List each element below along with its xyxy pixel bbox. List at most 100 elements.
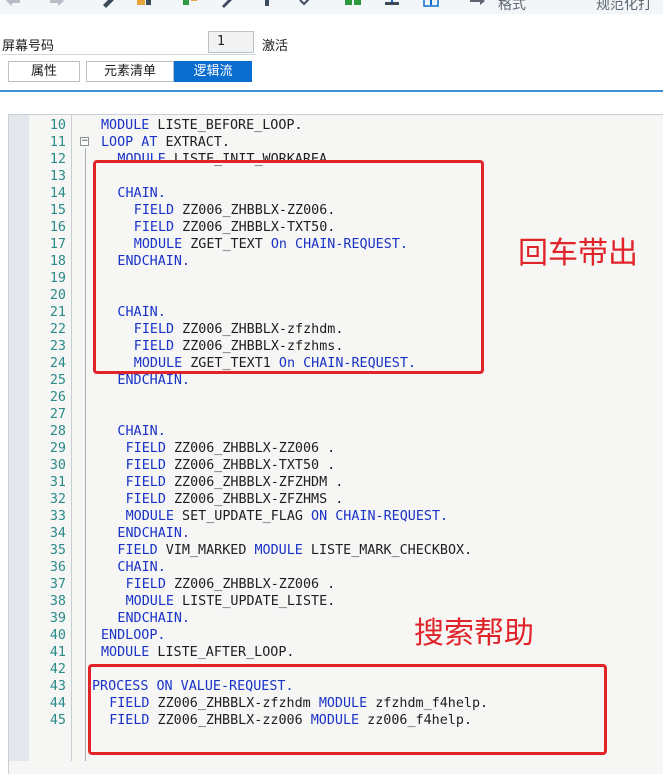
line-number: 29 xyxy=(49,441,66,456)
keyword: MODULE xyxy=(125,509,174,524)
line-number: 45 xyxy=(49,713,66,728)
line-number: 32 xyxy=(49,492,66,507)
code-line[interactable]: 10 MODULE LISTE_BEFORE_LOOP. xyxy=(0,117,663,134)
code-line[interactable]: 33 MODULE SET_UPDATE_FLAG ON CHAIN-REQUES… xyxy=(0,508,663,525)
hierarchy-icon[interactable] xyxy=(182,0,200,10)
line-number: 10 xyxy=(49,118,66,133)
tab-attributes[interactable]: 属性 xyxy=(8,61,80,82)
tab-underline xyxy=(0,90,663,92)
value-request-highlight-box xyxy=(88,664,607,755)
code-text: FIELD ZZ006_ZHBBLX-ZZ006 . xyxy=(126,440,336,457)
screen-number-label: 屏幕号码 xyxy=(2,39,55,54)
screen-status: 激活 xyxy=(262,39,289,54)
identifier: ZZ006_ZHBBLX-ZFZHDM . xyxy=(165,475,344,490)
line-number: 28 xyxy=(49,424,66,439)
keyword: ENDCHAIN. xyxy=(117,526,190,541)
line-number: 22 xyxy=(49,322,66,337)
code-line[interactable]: 26 xyxy=(0,389,663,406)
code-line[interactable]: 30 FIELD ZZ006_ZHBBLX-TXT50 . xyxy=(0,457,663,474)
identifier: LISTE_BEFORE_LOOP. xyxy=(149,118,303,133)
annotation-enter-out: 回车带出 xyxy=(518,236,638,271)
code-line[interactable]: 37 FIELD ZZ006_ZHBBLX-ZZ006 . xyxy=(0,576,663,593)
line-number: 19 xyxy=(49,271,66,286)
back-arrow-icon[interactable] xyxy=(4,0,22,10)
code-text: CHAIN. xyxy=(117,559,165,576)
code-line[interactable]: 34 ENDCHAIN. xyxy=(0,525,663,542)
line-number: 34 xyxy=(49,526,66,541)
line-number: 20 xyxy=(49,288,66,303)
keyword: FIELD xyxy=(125,492,166,507)
code-line[interactable]: 31 FIELD ZZ006_ZHBBLX-ZFZHDM . xyxy=(0,474,663,491)
line-number: 26 xyxy=(49,390,66,405)
code-line[interactable]: 35 FIELD VIM_MARKED MODULE LISTE_MARK_CHE… xyxy=(0,542,663,559)
code-text: FIELD ZZ006_ZHBBLX-TXT50 . xyxy=(126,457,336,474)
line-number: 33 xyxy=(49,509,66,524)
format-button[interactable]: 格式 xyxy=(498,0,526,14)
keyword: CHAIN. xyxy=(117,424,166,439)
tab-element-list[interactable]: 元素清单 xyxy=(86,61,174,82)
line-number: 11 xyxy=(49,135,66,150)
keyword: FIELD xyxy=(125,441,166,456)
grid-icon[interactable] xyxy=(344,0,362,10)
code-line[interactable]: 40 ENDLOOP. xyxy=(0,627,663,644)
keyword: ON CHAIN-REQUEST. xyxy=(311,509,449,524)
code-text: CHAIN. xyxy=(117,423,165,440)
line-number: 12 xyxy=(49,152,66,167)
wand-icon[interactable] xyxy=(220,0,238,10)
keyword: FIELD xyxy=(125,475,166,490)
keyword: MODULE xyxy=(101,118,150,133)
code-text: ENDCHAIN. xyxy=(117,610,190,627)
keyword: FIELD xyxy=(125,577,166,592)
code-line[interactable]: 36 CHAIN. xyxy=(0,559,663,576)
tab-flow-logic[interactable]: 逻辑流 xyxy=(174,61,252,82)
keyword: CHAIN. xyxy=(117,560,166,575)
code-line[interactable]: 32 FIELD ZZ006_ZHBBLX-ZFZHMS . xyxy=(0,491,663,508)
line-number: 31 xyxy=(49,475,66,490)
pretty-printer-button[interactable]: 规范化打 xyxy=(596,0,652,14)
line-number: 39 xyxy=(49,611,66,626)
keyword: LOOP AT xyxy=(101,135,158,150)
application-toolbar: 格式 规范化打 xyxy=(0,0,663,14)
forward-arrow-icon[interactable] xyxy=(48,0,66,10)
line-number: 42 xyxy=(49,662,66,677)
line-number: 41 xyxy=(49,645,66,660)
identifier: LISTE_MARK_CHECKBOX. xyxy=(302,543,473,558)
info-icon[interactable] xyxy=(422,0,440,10)
line-number: 30 xyxy=(49,458,66,473)
label-underline xyxy=(2,54,256,55)
keyword: FIELD xyxy=(125,458,166,473)
line-number: 40 xyxy=(49,628,66,643)
identifier: ZZ006_ZHBBLX-ZZ006 . xyxy=(165,577,336,592)
line-number: 15 xyxy=(49,203,66,218)
chain-highlight-box xyxy=(93,160,484,374)
code-line[interactable]: 41 MODULE LISTE_AFTER_LOOP. xyxy=(0,644,663,661)
display-change-icon[interactable] xyxy=(135,0,153,10)
screen-number-field[interactable]: 1 xyxy=(208,31,254,53)
code-text: MODULE LISTE_BEFORE_LOOP. xyxy=(101,117,303,134)
code-line[interactable]: 39 ENDCHAIN. xyxy=(0,610,663,627)
code-line[interactable]: 25 ENDCHAIN. xyxy=(0,372,663,389)
annotation-search-help: 搜索帮助 xyxy=(414,616,534,651)
arrow-right-icon[interactable] xyxy=(468,0,486,10)
line-number: 35 xyxy=(49,543,66,558)
code-text: FIELD ZZ006_ZHBBLX-ZZ006 . xyxy=(126,576,336,593)
check-icon[interactable] xyxy=(298,0,316,10)
line-number: 24 xyxy=(49,356,66,371)
pencil-icon[interactable] xyxy=(100,0,118,10)
code-line[interactable]: 11 LOOP AT EXTRACT. xyxy=(0,134,663,151)
keyword: MODULE xyxy=(254,543,303,558)
code-line[interactable]: 28 CHAIN. xyxy=(0,423,663,440)
line-number: 25 xyxy=(49,373,66,388)
upload-icon[interactable] xyxy=(383,0,401,10)
keyword: ENDCHAIN. xyxy=(117,373,190,388)
code-line[interactable]: 27 xyxy=(0,406,663,423)
code-line[interactable]: 38 MODULE LISTE_UPDATE_LISTE. xyxy=(0,593,663,610)
identifier: ZZ006_ZHBBLX-ZFZHMS . xyxy=(165,492,344,507)
line-number: 38 xyxy=(49,594,66,609)
code-text: FIELD ZZ006_ZHBBLX-ZFZHMS . xyxy=(126,491,344,508)
keyword: FIELD xyxy=(117,543,158,558)
code-text: LOOP AT EXTRACT. xyxy=(101,134,230,151)
keyword: ENDCHAIN. xyxy=(117,611,190,626)
layout-icon[interactable] xyxy=(258,0,276,10)
code-line[interactable]: 29 FIELD ZZ006_ZHBBLX-ZZ006 . xyxy=(0,440,663,457)
